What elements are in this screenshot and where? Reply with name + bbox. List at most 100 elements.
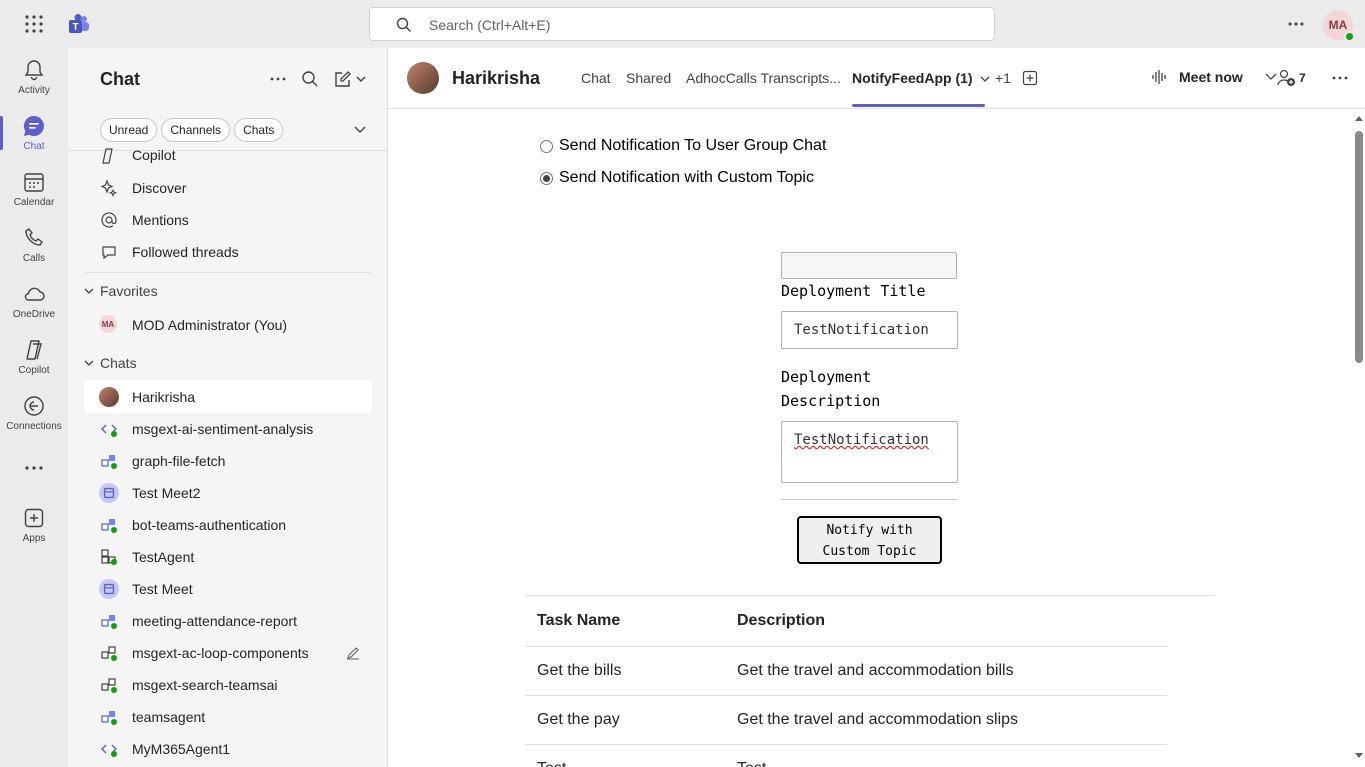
app-rail: Activity Chat Calendar Calls OneDrive Co… — [0, 48, 68, 767]
chat-item-meeting-attendance-report[interactable]: meeting-attendance-report — [84, 605, 372, 637]
deployment-description-label-2: Description — [781, 392, 881, 410]
tab-overflow[interactable]: +1 — [995, 70, 1011, 86]
nav-item-mentions[interactable]: Mentions — [84, 204, 372, 236]
rail-chat[interactable]: Chat — [0, 106, 68, 162]
chat-item-harikrisha[interactable]: Harikrisha — [84, 381, 372, 413]
chat-item-mod-administrator[interactable]: MA MOD Administrator (You) — [84, 309, 372, 341]
vertical-scrollbar[interactable] — [1353, 109, 1365, 767]
rail-calls[interactable]: Calls — [0, 218, 68, 274]
deployment-description-label-1: Deployment — [781, 368, 872, 386]
tab-chat[interactable]: Chat — [581, 70, 611, 86]
nav-item-label: Followed threads — [132, 244, 239, 260]
nav-item-copilot[interactable]: Copilot — [84, 140, 372, 170]
radio-custom-topic[interactable]: Send Notification with Custom Topic — [540, 169, 814, 187]
app-icon — [101, 711, 117, 725]
chat-item-msgext-ai-sentiment-analysis[interactable]: msgext-ai-sentiment-analysis — [84, 413, 372, 445]
deployment-title-input[interactable]: TestNotification — [781, 311, 958, 349]
chat-item-graph-file-fetch[interactable]: graph-file-fetch — [84, 445, 372, 477]
settings-more-icon[interactable] — [1286, 15, 1306, 33]
scroll-up-arrow-icon[interactable] — [1355, 115, 1363, 121]
chat-item-mym365agent1[interactable]: MyM365Agent1 — [84, 733, 372, 765]
meet-now-button[interactable]: Meet now — [1151, 69, 1277, 85]
search-chats-icon[interactable] — [301, 70, 319, 88]
app-icon — [101, 678, 117, 693]
table-cell: Get the travel and accommodation slips — [725, 695, 1167, 745]
chat-title[interactable]: Harikrisha — [452, 68, 540, 89]
rail-calendar[interactable]: Calendar — [0, 162, 68, 218]
chat-item-bot-teams-authentication[interactable]: bot-teams-authentication — [84, 509, 372, 541]
filter-unread[interactable]: Unread — [100, 118, 158, 142]
table-cell: Test — [725, 744, 1167, 767]
more-options-icon[interactable] — [269, 70, 287, 88]
chevron-down-icon[interactable] — [354, 126, 366, 134]
connections-icon — [24, 396, 44, 416]
main-pane: Harikrisha Chat Shared AdhocCalls Transc… — [388, 48, 1365, 767]
sparkle-icon — [100, 179, 118, 197]
code-bot-icon — [101, 744, 117, 757]
add-tab-icon[interactable] — [1022, 70, 1038, 86]
rail-more[interactable] — [0, 448, 68, 504]
agent-icon — [101, 549, 117, 565]
chat-item-msgext-search-teamsai[interactable]: msgext-search-teamsai — [84, 669, 372, 701]
participants-button[interactable]: 7 — [1277, 69, 1306, 87]
meeting-icon — [99, 579, 119, 599]
table-row: Get the bills Get the travel and accommo… — [525, 646, 1167, 696]
rail-label: Apps — [22, 533, 46, 544]
chevron-down-icon — [84, 360, 94, 366]
rail-label: Calls — [22, 253, 46, 264]
scrollbar-thumb[interactable] — [1355, 131, 1363, 363]
followed-threads-icon — [102, 246, 116, 260]
deployment-title-label: Deployment Title — [781, 282, 926, 300]
app-icon — [101, 615, 117, 629]
tab-notifyfeedapp[interactable]: NotifyFeedApp (1) — [852, 70, 990, 86]
rail-copilot[interactable]: Copilot — [0, 330, 68, 386]
deployment-description-textarea[interactable]: TestNotification — [781, 421, 958, 483]
chat-item-teamsagent[interactable]: teamsagent — [84, 701, 372, 733]
filter-channels[interactable]: Channels — [161, 118, 231, 142]
copilot-icon — [102, 148, 113, 164]
filter-chats[interactable]: Chats — [234, 118, 284, 142]
rail-connections[interactable]: Connections — [0, 386, 68, 442]
chat-item-test-meet[interactable]: Test Meet — [84, 573, 372, 605]
group-avatar[interactable] — [407, 62, 439, 94]
chat-item-testagent[interactable]: TestAgent — [84, 541, 372, 573]
presence-available-icon — [1344, 31, 1355, 42]
rail-activity[interactable]: Activity — [0, 50, 68, 106]
user-avatar[interactable]: MA — [1323, 10, 1355, 42]
section-chats[interactable]: Chats — [84, 355, 137, 371]
section-favorites[interactable]: Favorites — [84, 283, 158, 299]
chat-item-label: Harikrisha — [132, 389, 196, 405]
notify-custom-topic-button[interactable]: Notify with Custom Topic — [797, 516, 942, 564]
app-launcher-icon[interactable] — [24, 14, 44, 34]
chat-filters: Unread Channels Chats — [100, 118, 284, 142]
search-icon — [396, 17, 412, 33]
search-box[interactable]: Search (Ctrl+Alt+E) — [369, 7, 995, 41]
nav-item-followed-threads[interactable]: Followed threads — [84, 236, 372, 268]
more-options-icon[interactable] — [1331, 70, 1349, 86]
rail-apps[interactable]: Apps — [0, 498, 68, 554]
nav-item-discover[interactable]: Discover — [84, 172, 372, 204]
table-cell: Get the travel and accommodation bills — [725, 646, 1167, 696]
rail-onedrive[interactable]: OneDrive — [0, 274, 68, 330]
chat-item-label: Test Meet2 — [132, 485, 201, 501]
button-label-line2: Custom Topic — [822, 544, 917, 559]
phone-icon — [25, 228, 43, 246]
empty-input[interactable] — [781, 252, 957, 279]
column-header-task-name: Task Name — [525, 596, 725, 647]
table-header-row: Task Name Description — [525, 596, 1167, 647]
radio-user-group-chat[interactable]: Send Notification To User Group Chat — [540, 137, 826, 155]
tab-adhoccalls-transcripts[interactable]: AdhocCalls Transcripts... — [686, 70, 841, 86]
nav-item-label: Discover — [132, 180, 187, 196]
code-bot-icon — [101, 424, 117, 437]
people-add-icon — [1277, 69, 1295, 86]
chat-item-test-meet2[interactable]: Test Meet2 — [84, 477, 372, 509]
new-chat-icon[interactable] — [333, 70, 369, 88]
divider — [84, 272, 372, 273]
rail-label: Activity — [18, 85, 50, 96]
tab-shared[interactable]: Shared — [626, 70, 671, 86]
scroll-down-arrow-icon[interactable] — [1355, 753, 1363, 759]
chat-item-msgext-ac-loop-components[interactable]: msgext-ac-loop-components — [84, 637, 372, 669]
svg-text:T: T — [72, 22, 78, 33]
chat-item-label: msgext-search-teamsai — [132, 677, 278, 693]
app-icon — [101, 519, 117, 533]
